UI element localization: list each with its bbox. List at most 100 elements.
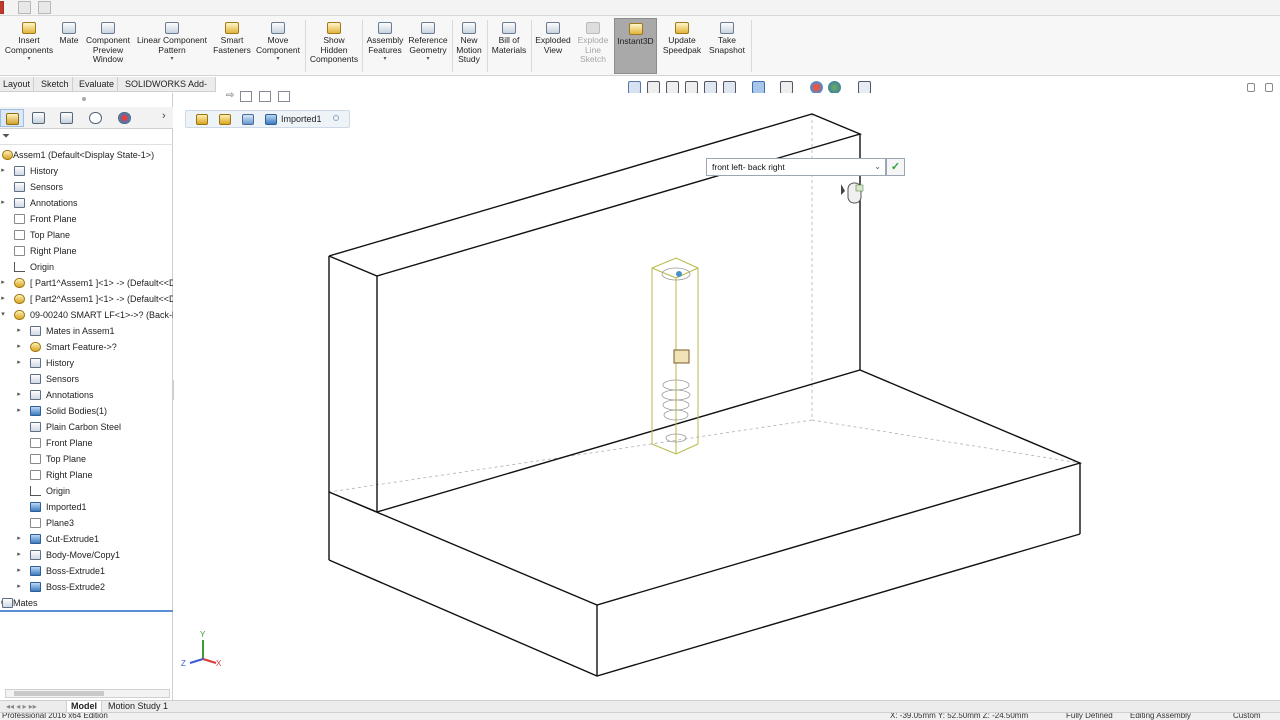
- chevron-down-icon[interactable]: ▾: [406, 56, 450, 62]
- scrollbar-thumb[interactable]: [14, 691, 104, 696]
- tree-item[interactable]: Plain Carbon Steel: [0, 419, 173, 435]
- tree-expander-icon[interactable]: ▸: [0, 195, 7, 211]
- move-component-button[interactable]: Move Component ▾: [254, 18, 302, 74]
- tree-expander-icon[interactable]: ▸: [0, 275, 7, 291]
- tree-item[interactable]: ▸ History: [0, 163, 173, 179]
- chevron-down-icon[interactable]: ⌄: [874, 162, 881, 171]
- tree-item[interactable]: ▸ Annotations: [0, 387, 173, 403]
- tab-sketch[interactable]: Sketch: [38, 77, 73, 92]
- take-snapshot-button[interactable]: Take Snapshot: [706, 18, 748, 74]
- tree-item[interactable]: ▸Mates: [0, 595, 173, 611]
- tree-expander-icon[interactable]: ▸: [15, 339, 23, 355]
- explode-line-sketch-button[interactable]: Explode Line Sketch: [574, 18, 612, 74]
- chevron-down-icon[interactable]: ▾: [365, 56, 405, 62]
- tree-item[interactable]: Imported1: [0, 499, 173, 515]
- tree-expander-icon[interactable]: ▸: [15, 563, 23, 579]
- tree-item[interactable]: ▸ Cut-Extrude1: [0, 531, 173, 547]
- tree-item[interactable]: Front Plane: [0, 435, 173, 451]
- tree-item[interactable]: ▸ Annotations: [0, 195, 173, 211]
- assembly-features-button[interactable]: Assembly Features ▾: [365, 18, 405, 74]
- restore-icon[interactable]: [1247, 83, 1255, 92]
- tree-expander-icon[interactable]: ▸: [15, 323, 23, 339]
- new-document-icon[interactable]: [18, 1, 31, 14]
- tree-item[interactable]: Right Plane: [0, 243, 173, 259]
- reference-geometry-button[interactable]: Reference Geometry ▾: [406, 18, 450, 74]
- smart-fasteners-button[interactable]: Smart Fasteners: [211, 18, 253, 74]
- bill-of-materials-button[interactable]: Bill of Materials: [489, 18, 529, 74]
- tree-item[interactable]: ▸ Smart Feature->?: [0, 339, 173, 355]
- distance-icon[interactable]: [278, 91, 290, 102]
- component-preview-window-button[interactable]: Component Preview Window: [83, 18, 133, 74]
- tree-item[interactable]: Assem1 (Default<Display State-1>): [0, 147, 173, 163]
- tree-item[interactable]: ▸ Boss-Extrude2: [0, 579, 173, 595]
- feature-tree: Assem1 (Default<Display State-1>) ▸ Histor…: [0, 147, 173, 609]
- tree-item[interactable]: Top Plane: [0, 451, 173, 467]
- tree-expander-icon[interactable]: ▸: [15, 531, 23, 547]
- tree-expander-icon[interactable]: ▸: [15, 547, 23, 563]
- tab-feature-manager[interactable]: [0, 109, 24, 127]
- tree-item[interactable]: Top Plane: [0, 227, 173, 243]
- mate-button[interactable]: Mate: [57, 18, 81, 74]
- chevron-down-icon[interactable]: ▾: [2, 56, 56, 62]
- tree-item[interactable]: ▸ Mates in Assem1: [0, 323, 173, 339]
- tree-item[interactable]: Front Plane: [0, 211, 173, 227]
- tree-expander-icon[interactable]: ▸: [15, 403, 23, 419]
- tree-item[interactable]: ▸ [ Part2^Assem1 ]<1> -> (Default<<D: [0, 291, 173, 307]
- tree-item[interactable]: ▸ Boss-Extrude1: [0, 563, 173, 579]
- tab-solidworks-add-ins[interactable]: SOLIDWORKS Add-Ins: [122, 77, 216, 103]
- tree-expander-icon[interactable]: ▸: [15, 579, 23, 595]
- tab-layout[interactable]: Layout: [0, 77, 35, 92]
- tab-property-manager[interactable]: [27, 109, 51, 127]
- tree-item[interactable]: Origin: [0, 259, 173, 275]
- breadcrumb-more-icon[interactable]: [333, 115, 339, 121]
- tab-dimxpert-manager[interactable]: [84, 109, 108, 127]
- instant3d-button[interactable]: Instant3D: [614, 18, 657, 74]
- normal-to-icon[interactable]: [240, 91, 252, 102]
- pin-icon[interactable]: ⇨: [226, 90, 234, 101]
- tree-expander-icon[interactable]: ▸: [15, 387, 23, 403]
- new-motion-study-button[interactable]: New Motion Study: [454, 18, 484, 74]
- tree-expander-icon[interactable]: ▸: [15, 355, 23, 371]
- tree-expander-icon[interactable]: ▸: [0, 163, 7, 179]
- maximize-icon[interactable]: [1265, 83, 1273, 92]
- tree-item[interactable]: Plane3: [0, 515, 173, 531]
- tree-item[interactable]: Origin: [0, 483, 173, 499]
- tree-item[interactable]: ▸ Solid Bodies(1): [0, 403, 173, 419]
- show-hidden-components-button[interactable]: Show Hidden Components: [308, 18, 360, 74]
- body-icon[interactable]: [242, 114, 254, 125]
- configuration-select[interactable]: front left- back right ⌄: [706, 158, 886, 176]
- grip-icon[interactable]: [82, 97, 86, 101]
- tree-horizontal-scrollbar[interactable]: [5, 689, 170, 698]
- insert-components-button[interactable]: Insert Components ▾: [2, 18, 56, 74]
- options-icon[interactable]: [38, 1, 51, 14]
- tree-item[interactable]: Sensors: [0, 179, 173, 195]
- linear-component-pattern-button[interactable]: Linear Component Pattern ▾: [135, 18, 209, 74]
- chevron-down-icon[interactable]: ▾: [254, 56, 302, 62]
- tab-evaluate[interactable]: Evaluate: [76, 77, 119, 92]
- smart-feature-marker-icon[interactable]: [673, 349, 690, 364]
- dimension-icon[interactable]: [259, 91, 271, 102]
- tree-item[interactable]: Sensors: [0, 371, 173, 387]
- tree-expander-icon[interactable]: ▸: [0, 291, 7, 307]
- confirm-button[interactable]: ✓: [886, 158, 905, 176]
- tab-configuration-manager[interactable]: [55, 109, 79, 127]
- tree-expander-icon[interactable]: ▾: [0, 307, 7, 323]
- exploded-view-button[interactable]: Exploded View: [533, 18, 573, 74]
- update-speedpak-button[interactable]: Update Speedpak: [660, 18, 704, 74]
- tree-item[interactable]: ▸ History: [0, 355, 173, 371]
- graphics-area[interactable]: Y X Z: [174, 93, 1280, 700]
- tree-item[interactable]: ▸ [ Part1^Assem1 ]<1> -> (Default<<D: [0, 275, 173, 291]
- breadcrumb-label[interactable]: Imported1: [281, 111, 322, 128]
- status-units[interactable]: Custom: [1233, 713, 1261, 720]
- chevron-down-icon[interactable]: ▾: [135, 56, 209, 62]
- imported-icon[interactable]: [265, 114, 277, 125]
- tree-item[interactable]: ▾ 09-00240 SMART LF<1>->? (Back-lef: [0, 307, 173, 323]
- tree-item[interactable]: Right Plane: [0, 467, 173, 483]
- filter-icon[interactable]: ⏷: [2, 131, 10, 142]
- tab-scroll-arrows-icon[interactable]: ◂◂ ◂ ▸ ▸▸: [6, 702, 37, 711]
- part-icon[interactable]: [219, 114, 231, 125]
- tree-item[interactable]: ▸ Body-Move/Copy1: [0, 547, 173, 563]
- tab-display-manager[interactable]: [113, 109, 137, 127]
- assembly-icon[interactable]: [196, 114, 208, 125]
- chevron-right-icon[interactable]: ›: [162, 110, 166, 122]
